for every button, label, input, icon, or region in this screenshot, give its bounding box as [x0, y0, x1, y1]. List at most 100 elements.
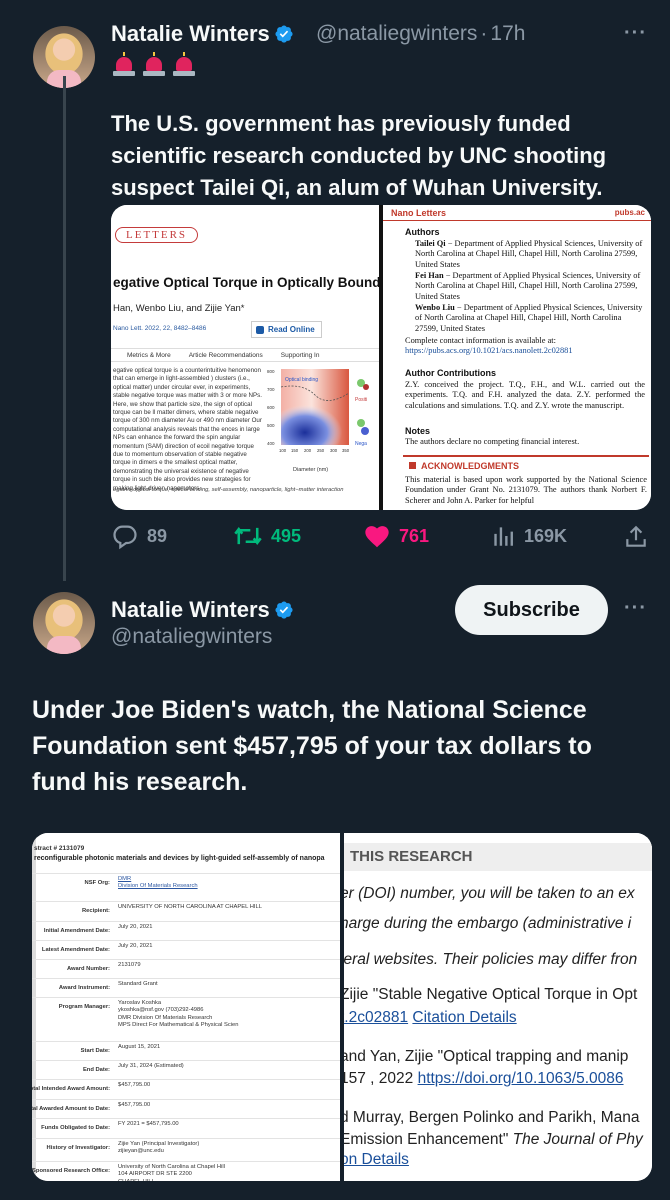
- contact-info: Complete contact information is availabl…: [405, 336, 573, 356]
- author-entry: Wenbo Liu − Department of Applied Physic…: [415, 303, 643, 333]
- award-field-label: Start Date:: [80, 1048, 110, 1054]
- acknowledgments-section: ACKNOWLEDGMENTS This material is based u…: [403, 455, 649, 510]
- tweet-text: The U.S. government has previously funde…: [111, 111, 607, 200]
- x-tick: 350: [342, 448, 350, 453]
- author-avatar[interactable]: [33, 592, 95, 654]
- read-online-button: Read Online: [251, 321, 322, 338]
- author-name[interactable]: Natalie Winters: [111, 21, 294, 47]
- x-tick: 250: [317, 448, 325, 453]
- tweet-image[interactable]: LETTERS egative Optical Torque in Optica…: [111, 205, 651, 510]
- y-tick: 800: [267, 369, 275, 374]
- author-name[interactable]: Natalie Winters: [111, 597, 294, 623]
- award-field-value: UNIVERSITY OF NORTH CAROLINA AT CHAPEL H…: [118, 904, 262, 910]
- like-count: 761: [399, 525, 430, 546]
- police-light-icon: [113, 52, 135, 76]
- heart-icon: [365, 526, 389, 548]
- award-field-value: July 20, 2021: [118, 943, 153, 949]
- award-field-row: [32, 1041, 340, 1042]
- author-name-text: Natalie Winters: [111, 597, 270, 622]
- award-field-label: Award Instrument:: [58, 985, 110, 991]
- research-line: t.2c02881 Citation Details: [344, 1009, 517, 1026]
- thread-line: [63, 76, 66, 581]
- subscribe-button[interactable]: Subscribe: [455, 585, 608, 635]
- author-handle[interactable]: @nataliegwinters: [111, 625, 272, 649]
- notes-heading: Notes: [405, 426, 431, 436]
- author-name-text: Natalie Winters: [111, 21, 270, 46]
- paper-title: egative Optical Torque in Optically Boun…: [113, 275, 379, 290]
- journal-logo: LETTERS: [115, 227, 199, 243]
- award-field-value: July 31, 2024 (Estimated): [118, 1063, 184, 1069]
- award-field-row: [32, 959, 340, 960]
- views-button[interactable]: 169K: [490, 522, 567, 550]
- repost-button[interactable]: 495: [233, 522, 301, 550]
- award-field-value[interactable]: DMR Division Of Materials Research: [118, 876, 198, 891]
- award-field-row: [32, 1118, 340, 1119]
- award-field-value: August 15, 2021: [118, 1044, 161, 1050]
- police-light-icon: [173, 52, 195, 76]
- share-icon[interactable]: [623, 524, 649, 550]
- award-field-row: [32, 940, 340, 941]
- paper-author-info-page: Nano Letters pubs.ac Authors Tailei Qi −…: [383, 205, 651, 510]
- research-line: er (DOI) number, you will be taken to an…: [344, 885, 635, 902]
- nsf-award-page: stract # 2131079 reconfigurable photonic…: [32, 833, 340, 1181]
- award-field-row: [32, 1099, 340, 1100]
- award-field-value: $457,795.00: [118, 1082, 151, 1088]
- award-field-label: tal Awarded Amount to Date:: [32, 1106, 110, 1112]
- award-field-label: t Sponsored Research Office:: [32, 1168, 110, 1174]
- award-field-value: July 20, 2021: [118, 924, 153, 930]
- award-field-label: Program Manager:: [58, 1004, 110, 1010]
- repost-icon: [234, 526, 262, 546]
- research-line: d Murray, Bergen Polinko and Parikh, Man…: [344, 1109, 640, 1126]
- x-tick: 300: [330, 448, 338, 453]
- award-field-row: [32, 873, 340, 874]
- verified-badge-icon: [275, 25, 293, 43]
- more-options-icon[interactable]: ···: [624, 597, 647, 620]
- contributions-heading: Author Contributions: [405, 368, 496, 378]
- y-tick: 600: [267, 405, 275, 410]
- award-field-label: End Date:: [82, 1067, 110, 1073]
- y-tick: 700: [267, 387, 275, 392]
- award-field-label: Initial Amendment Date:: [43, 928, 110, 934]
- analytics-icon: [494, 527, 513, 546]
- x-tick: 100: [279, 448, 287, 453]
- tweet-image[interactable]: stract # 2131079 reconfigurable photonic…: [32, 833, 652, 1181]
- award-title: reconfigurable photonic materials and de…: [34, 855, 325, 862]
- award-field-label: otal Intended Award Amount:: [32, 1086, 110, 1092]
- award-field-value: $457,795.00: [118, 1102, 151, 1108]
- more-options-icon[interactable]: ···: [624, 22, 647, 45]
- paper-authors: Han, Wenbo Liu, and Zijie Yan*: [113, 303, 245, 314]
- plot-xlabel: Diameter (nm): [293, 467, 329, 473]
- timestamp: 17h: [490, 22, 526, 45]
- award-abstract-number: stract # 2131079: [34, 845, 85, 852]
- research-line: Emission Enhancement" The Journal of Phy: [344, 1131, 643, 1148]
- reply-button[interactable]: 89: [111, 522, 167, 550]
- award-field-row: [32, 997, 340, 998]
- award-field-value: University of North Carolina at Chapel H…: [118, 1164, 225, 1181]
- like-button[interactable]: 761: [363, 522, 429, 550]
- award-field-row: [32, 921, 340, 922]
- award-field-label: Award Number:: [66, 966, 110, 972]
- police-light-icon: [143, 52, 165, 76]
- award-field-label: Recipient:: [81, 908, 110, 914]
- award-field-label: History of Investigator:: [46, 1145, 110, 1151]
- emoji-row: [113, 52, 195, 76]
- acknowledgments-text: This material is based upon work support…: [405, 475, 647, 505]
- research-line: and Yan, Zijie "Optical trapping and man…: [344, 1048, 629, 1065]
- author-handle[interactable]: @nataliegwinters · 17h: [316, 22, 525, 46]
- plot-label: Optical binding: [285, 377, 318, 383]
- reply-count: 89: [147, 525, 168, 546]
- research-line: Zijie "Stable Negative Optical Torque in…: [344, 986, 638, 1003]
- view-count: 169K: [524, 525, 568, 546]
- header-rule: [383, 220, 651, 221]
- research-line: leral websites. Their policies may diffe…: [344, 951, 638, 968]
- research-line: 157 , 2022 https://doi.org/10.1063/5.008…: [344, 1070, 624, 1087]
- research-outputs-page: THIS RESEARCH er (DOI) number, you will …: [344, 833, 652, 1181]
- paper-first-page: LETTERS egative Optical Torque in Optica…: [111, 205, 379, 510]
- author-entry: Fei Han − Department of Applied Physical…: [415, 271, 641, 301]
- keywords: egative optical torque, optical binding,…: [113, 487, 344, 493]
- research-line: harge during the embargo (administrative…: [344, 915, 632, 932]
- author-entry: Tailei Qi − Department of Applied Physic…: [415, 239, 643, 269]
- award-field-value: Yaroslav Koshka ykoshka@nsf.gov (703)292…: [118, 1000, 239, 1029]
- journal-name: Nano Letters: [391, 208, 447, 218]
- section-title: THIS RESEARCH: [350, 848, 473, 865]
